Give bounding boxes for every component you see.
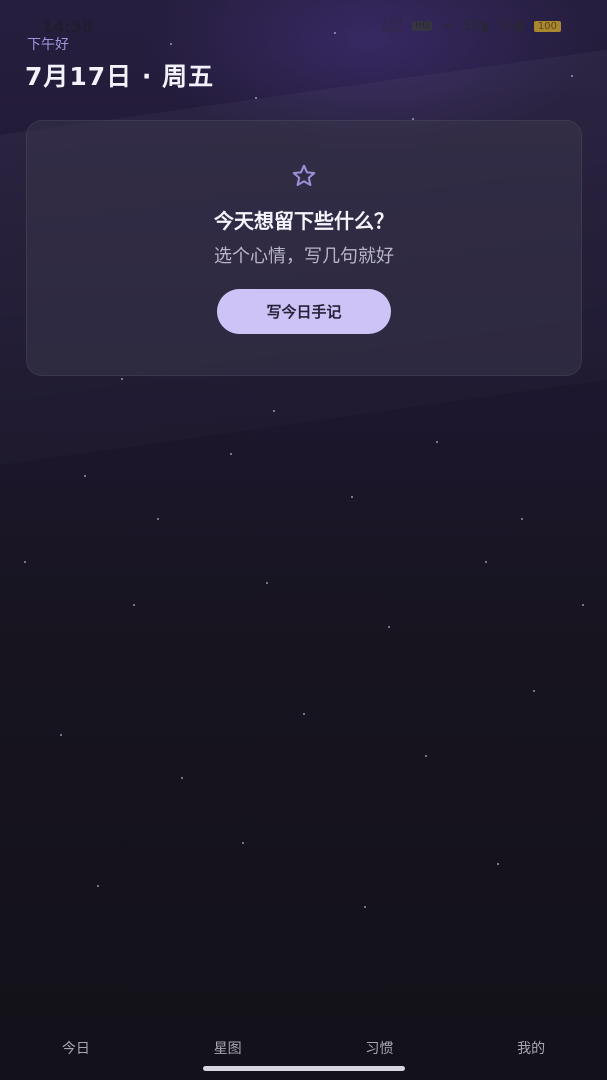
- hd-badge: HD: [412, 21, 432, 31]
- nav-tab-mine[interactable]: 我的: [455, 1012, 607, 1080]
- star-dot: [157, 518, 159, 520]
- star-dot: [170, 43, 172, 45]
- home-indicator[interactable]: [203, 1066, 405, 1071]
- star-dot: [273, 410, 275, 412]
- net-speed-unit: KB/S: [381, 25, 403, 35]
- wifi-icon: ≈: [441, 18, 453, 34]
- star-dot: [242, 842, 244, 844]
- status-icons: 10.0 KB/S HD ≈ 5G▮ 5G▮ 100: [381, 18, 561, 35]
- star-dot: [571, 75, 573, 77]
- nav-tab-today[interactable]: 今日: [0, 1012, 152, 1080]
- signal-1-label: 5G: [462, 18, 482, 34]
- star-dot: [582, 604, 584, 606]
- card-title: 今天想留下些什么？: [214, 209, 394, 233]
- star-dot: [97, 885, 99, 887]
- star-dot: [364, 906, 366, 908]
- star-dot: [388, 626, 390, 628]
- star-dot: [121, 378, 123, 380]
- star-dot: [533, 690, 535, 692]
- star-dot: [485, 561, 487, 563]
- star-dot: [24, 561, 26, 563]
- card-subtitle: 选个心情，写几句就好: [214, 246, 394, 267]
- star-dot: [181, 777, 183, 779]
- battery-icon: 100: [533, 20, 561, 32]
- star-dot: [436, 441, 438, 443]
- signal-icon: 5G▮: [462, 18, 489, 34]
- signal-icon-2: 5G▮: [498, 18, 524, 34]
- greeting-text: 下午好: [27, 37, 69, 53]
- star-dot: [255, 97, 257, 99]
- net-speed: 10.0 KB/S: [381, 18, 403, 35]
- star-dot: [303, 713, 305, 715]
- star-dot: [351, 496, 353, 498]
- journal-prompt-card: 今天想留下些什么？ 选个心情，写几句就好 写今日手记: [26, 120, 582, 376]
- star-dot: [60, 734, 62, 736]
- star-dot: [230, 453, 232, 455]
- star-dot: [425, 755, 427, 757]
- page-title-date: 7月17日 · 周五: [25, 62, 215, 91]
- signal-2-label: 5G: [498, 18, 517, 34]
- status-bar: 14:38 10.0 KB/S HD ≈ 5G▮ 5G▮ 100: [0, 0, 607, 40]
- star-dot: [133, 604, 135, 606]
- star-dot: [497, 863, 499, 865]
- write-journal-button[interactable]: 写今日手记: [217, 289, 391, 334]
- star-dot: [521, 518, 523, 520]
- star-dot: [266, 582, 268, 584]
- star-dot: [84, 475, 86, 477]
- star-outline-icon: [292, 164, 316, 187]
